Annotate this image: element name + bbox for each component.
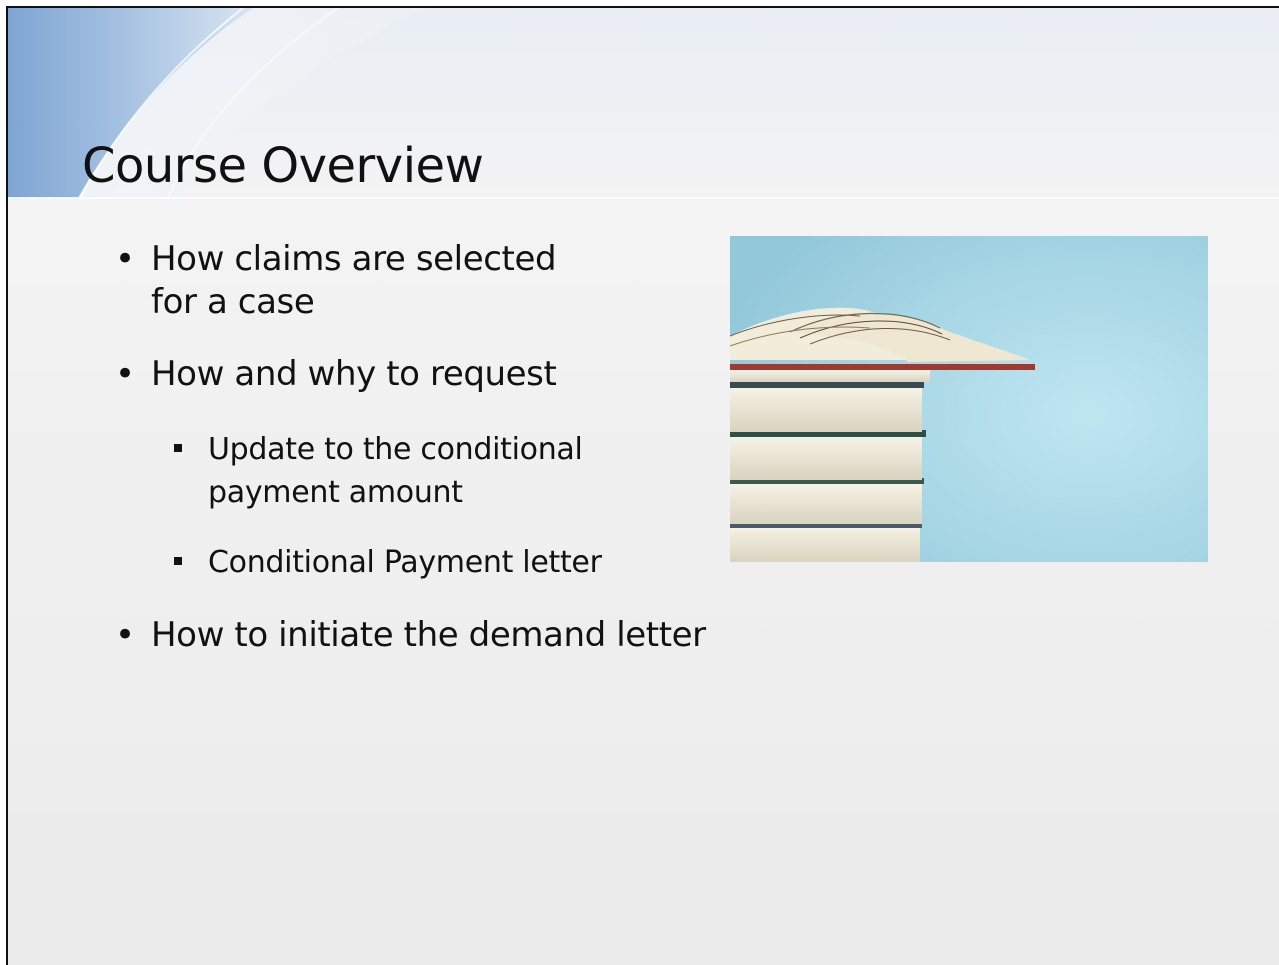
slide: Course Overview • How claims are selecte… [6,6,1279,965]
sub-bullet-1-line-1: Update to the conditional [208,432,583,467]
square-bullet-icon [174,444,182,452]
bullet-item-3: • How to initiate the demand letter [115,614,706,657]
bullet-dot-icon: • [115,354,135,394]
bullet-item-1: • How claims are selected for a case [115,238,557,324]
sub-bullet-1-line-2: payment amount [208,475,463,510]
sub-bullet-item-1: Update to the conditional payment amount [174,428,583,514]
sub-bullet-2-text: Conditional Payment letter [208,545,602,580]
bullet-1-line-2: for a case [151,282,315,322]
bullet-item-2: • How and why to request [115,353,557,396]
bullet-2-text: How and why to request [151,354,557,394]
square-bullet-icon [174,557,182,565]
bullet-3-text: How to initiate the demand letter [151,615,706,655]
stack-of-books-photo [730,236,1208,562]
bullet-dot-icon: • [115,239,135,279]
bullet-dot-icon: • [115,615,135,655]
sub-bullet-item-2: Conditional Payment letter [174,541,602,584]
books-illustration [730,236,1208,562]
bullet-1-line-1: How claims are selected [151,239,557,279]
